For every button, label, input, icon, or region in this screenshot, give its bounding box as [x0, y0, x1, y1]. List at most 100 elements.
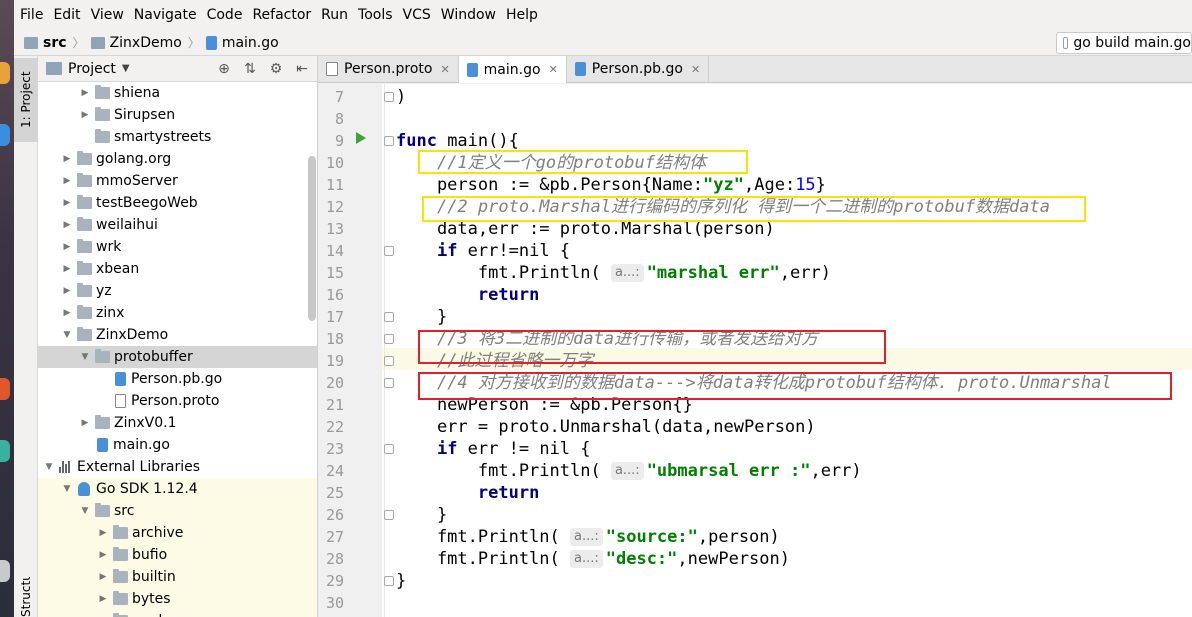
- tree-item[interactable]: main.go: [38, 434, 317, 456]
- code-line[interactable]: }: [396, 570, 406, 592]
- code-line[interactable]: return: [396, 284, 539, 306]
- chevron-right-icon[interactable]: ▶: [60, 264, 74, 274]
- code-editor[interactable]: 7 8 9 10 11 12 13 14 15 16 17 18 19 20 21 22 23 24 25 26 27 2…: [318, 84, 1192, 617]
- chevron-down-icon[interactable]: ▼: [60, 330, 74, 340]
- tree-item[interactable]: ▶ weilaihui: [38, 214, 317, 236]
- fold-marker-icon[interactable]: [384, 576, 394, 586]
- breadcrumb-main-go[interactable]: main.go: [222, 35, 279, 51]
- tree-item[interactable]: ▶ archive: [38, 522, 317, 544]
- menu-navigate[interactable]: Navigate: [132, 7, 203, 23]
- close-icon[interactable]: ✕: [549, 63, 558, 76]
- close-icon[interactable]: ✕: [440, 63, 449, 76]
- tab-person-pb-go[interactable]: Person.pb.go ✕: [567, 56, 710, 82]
- project-panel-title[interactable]: Project: [68, 61, 116, 77]
- tree-item[interactable]: ▶ bytes: [38, 588, 317, 610]
- tree-item[interactable]: ▶ builtin: [38, 566, 317, 588]
- code-line[interactable]: return: [396, 482, 539, 504]
- menu-file[interactable]: File: [18, 7, 49, 23]
- chevron-right-icon[interactable]: ▶: [96, 550, 110, 560]
- code-line[interactable]: fmt.Println( a...: "ubmarsal err :",err): [396, 460, 862, 482]
- breadcrumb-src[interactable]: src: [43, 35, 67, 51]
- menu-run[interactable]: Run: [319, 7, 354, 23]
- fold-marker-icon[interactable]: [384, 356, 394, 366]
- fold-marker-icon[interactable]: [384, 92, 394, 102]
- tree-item[interactable]: ▶ ZinxV0.1: [38, 412, 317, 434]
- tab-main-go[interactable]: main.go ✕: [458, 56, 567, 83]
- tree-item[interactable]: ▶ testBeegoWeb: [38, 192, 317, 214]
- chevron-right-icon[interactable]: ▶: [60, 220, 74, 230]
- chevron-down-icon[interactable]: ▼: [60, 484, 74, 494]
- menu-code[interactable]: Code: [205, 7, 249, 23]
- tab-person-proto[interactable]: Person.proto ✕: [318, 56, 459, 82]
- fold-marker-icon[interactable]: [384, 510, 394, 520]
- code-line[interactable]: fmt.Println( a...: "marshal err",err): [396, 262, 831, 284]
- code-line[interactable]: fmt.Println( a...: "desc:",newPerson): [396, 548, 790, 570]
- tree-item[interactable]: ▶ mmoServer: [38, 170, 317, 192]
- tree-item[interactable]: ▼ External Libraries: [38, 456, 317, 478]
- tree-item[interactable]: ▶ Sirupsen: [38, 104, 317, 126]
- launcher-icon[interactable]: [0, 62, 10, 84]
- chevron-down-icon[interactable]: ▼: [78, 352, 92, 362]
- code-line[interactable]: person := &pb.Person{Name:"yz",Age:15}: [396, 174, 826, 196]
- fold-marker-icon[interactable]: [384, 444, 394, 454]
- menu-help[interactable]: Help: [504, 7, 544, 23]
- tree-item[interactable]: smartystreets: [38, 126, 317, 148]
- run-gutter-icon[interactable]: [356, 132, 366, 144]
- chevron-down-icon[interactable]: ▼: [42, 462, 56, 472]
- hide-icon[interactable]: ⇤: [293, 60, 311, 78]
- run-configuration-select[interactable]: go build main.go: [1056, 32, 1192, 54]
- chevron-right-icon[interactable]: ▶: [60, 286, 74, 296]
- breadcrumb-zinxdemo[interactable]: ZinxDemo: [110, 35, 182, 51]
- chevron-right-icon[interactable]: ▶: [78, 418, 92, 428]
- chevron-right-icon[interactable]: ▶: [60, 308, 74, 318]
- code-line[interactable]: err = proto.Unmarshal(data,newPerson): [396, 416, 816, 438]
- tree-item[interactable]: ▶ yz: [38, 280, 317, 302]
- tree-item[interactable]: ▶ xbean: [38, 258, 317, 280]
- tree-item[interactable]: ▼ Go SDK 1.12.4: [38, 478, 317, 500]
- chevron-right-icon[interactable]: ▶: [96, 528, 110, 538]
- fold-marker-icon[interactable]: [384, 334, 394, 344]
- tree-item[interactable]: Person.proto: [38, 390, 317, 412]
- tree-item[interactable]: ▶cmd: [38, 610, 317, 617]
- chevron-down-icon[interactable]: ▼: [78, 506, 92, 516]
- chevron-down-icon[interactable]: ▼: [122, 63, 130, 74]
- chevron-right-icon[interactable]: ▶: [60, 242, 74, 252]
- chevron-right-icon[interactable]: ▶: [96, 572, 110, 582]
- tree-item[interactable]: ▼ src: [38, 500, 317, 522]
- fold-marker-icon[interactable]: [384, 312, 394, 322]
- chevron-right-icon[interactable]: ▶: [60, 176, 74, 186]
- tree-item[interactable]: ▼ ZinxDemo: [38, 324, 317, 346]
- chevron-right-icon[interactable]: ▶: [60, 198, 74, 208]
- menu-window[interactable]: Window: [439, 7, 502, 23]
- chevron-right-icon[interactable]: ▶: [60, 154, 74, 164]
- tree-item[interactable]: ▼ protobuffer: [38, 346, 317, 368]
- code-line[interactable]: func main(){: [396, 130, 519, 152]
- menu-tools[interactable]: Tools: [356, 7, 399, 23]
- fold-marker-icon[interactable]: [384, 136, 394, 146]
- menu-edit[interactable]: Edit: [51, 7, 86, 23]
- tree-item[interactable]: ▶ bufio: [38, 544, 317, 566]
- close-icon[interactable]: ✕: [691, 63, 700, 76]
- menu-refactor[interactable]: Refactor: [250, 7, 317, 23]
- locate-icon[interactable]: ⊕: [215, 60, 233, 78]
- code-line[interactable]: fmt.Println( a...: "source:",person): [396, 526, 780, 548]
- tree-item[interactable]: ▶ golang.org: [38, 148, 317, 170]
- project-tool-window-button[interactable]: 1: Project: [14, 58, 38, 142]
- chevron-right-icon[interactable]: ▶: [78, 110, 92, 120]
- structure-tool-window-button[interactable]: Structure: [14, 577, 38, 617]
- tree-item[interactable]: ▶ shiena: [38, 82, 317, 104]
- menu-vcs[interactable]: VCS: [401, 7, 437, 23]
- collapse-all-icon[interactable]: ⇅: [241, 60, 259, 78]
- launcher-icon[interactable]: [0, 560, 10, 582]
- launcher-icon[interactable]: [0, 378, 10, 400]
- code-line[interactable]: ): [396, 86, 406, 108]
- code-line[interactable]: if err!=nil {: [396, 240, 570, 262]
- fold-marker-icon[interactable]: [384, 246, 394, 256]
- launcher-icon[interactable]: [0, 440, 10, 462]
- chevron-right-icon[interactable]: ▶: [78, 88, 92, 98]
- gear-icon[interactable]: ⚙: [267, 60, 285, 78]
- tree-item[interactable]: ▶ wrk: [38, 236, 317, 258]
- menu-view[interactable]: View: [89, 7, 130, 23]
- code-line[interactable]: if err != nil {: [396, 438, 591, 460]
- launcher-icon[interactable]: [0, 124, 10, 146]
